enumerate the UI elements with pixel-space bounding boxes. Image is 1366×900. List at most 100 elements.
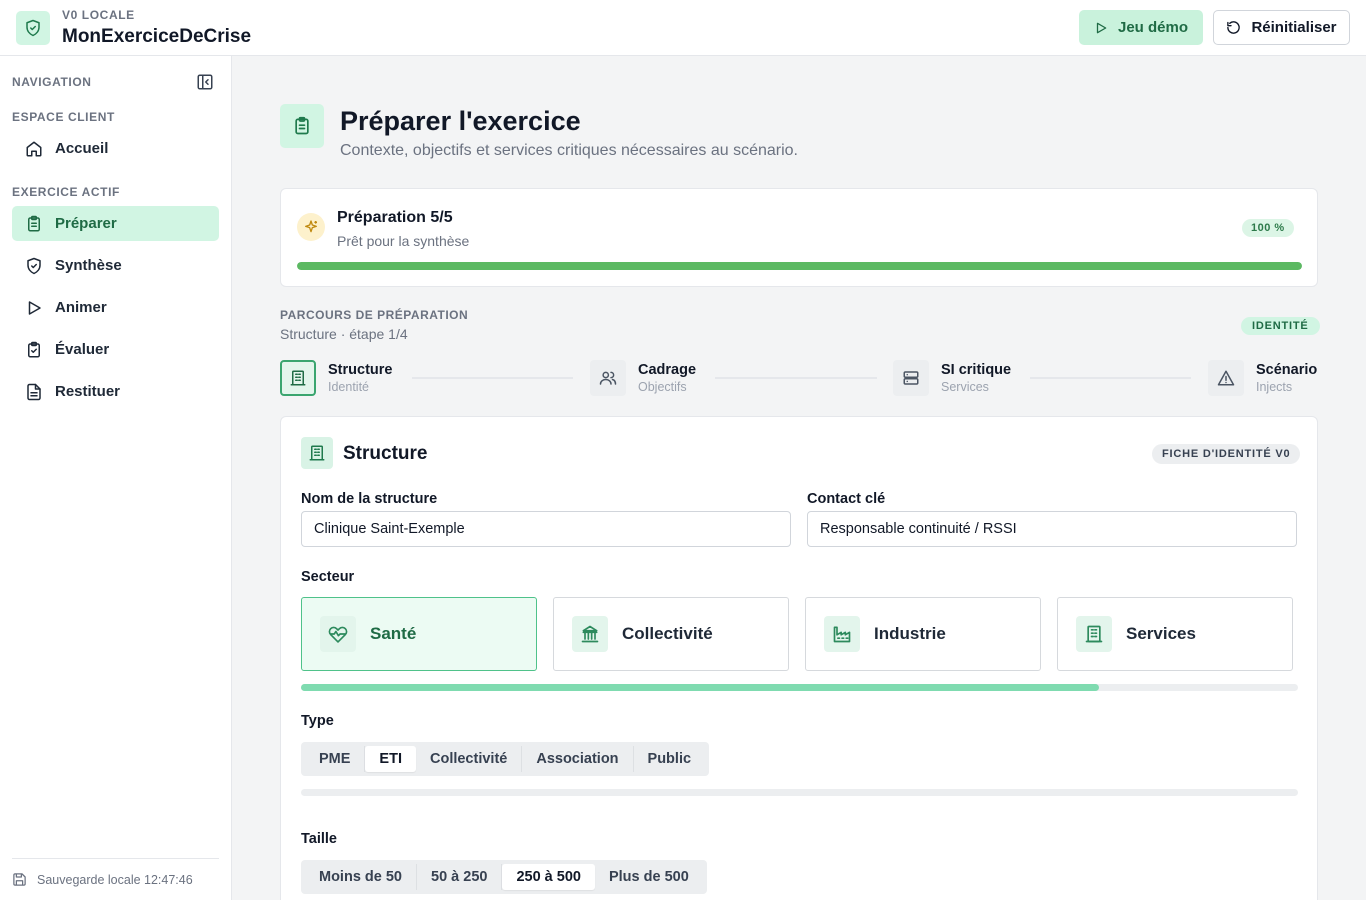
factory-icon: [824, 616, 860, 652]
save-status-text: Sauvegarde locale 12:47:46: [37, 872, 193, 887]
contact-input[interactable]: [807, 511, 1297, 547]
step-si-critique[interactable]: SI critique Services: [893, 360, 1011, 396]
clipboard-icon: [280, 104, 324, 148]
step-subtitle: Services: [941, 380, 989, 394]
step-title: Scénario: [1256, 362, 1318, 378]
sidebar-item-label: Synthèse: [55, 257, 122, 274]
sector-option-label: Collectivité: [622, 624, 713, 643]
building-icon: [301, 437, 333, 469]
sector-option-label: Santé: [370, 624, 417, 643]
server-icon: [893, 360, 929, 396]
structure-name-label: Nom de la structure: [301, 491, 438, 507]
sidebar-item-label: Évaluer: [55, 341, 110, 358]
demo-button[interactable]: Jeu démo: [1079, 10, 1203, 45]
step-connector: [715, 377, 877, 379]
journey-step-indicator: Structure · étape 1/4: [280, 326, 408, 342]
contact-label: Contact clé: [807, 491, 886, 507]
structure-name-input[interactable]: [301, 511, 791, 547]
reset-button-label: Réinitialiser: [1251, 19, 1337, 36]
page-subtitle: Contexte, objectifs et services critique…: [340, 142, 798, 159]
refresh-icon: [1227, 21, 1241, 34]
type-option-eti[interactable]: ETI: [365, 746, 416, 772]
sidebar: NAVIGATION ESPACE CLIENT Accueil EXERCIC…: [0, 56, 232, 900]
sidebar-item-restituer[interactable]: Restituer: [12, 374, 219, 409]
sidebar-item-label: Préparer: [55, 215, 117, 232]
sector-scrollbar[interactable]: [301, 684, 1298, 691]
brand-title: MonExerciceDeCrise: [62, 26, 252, 47]
clipboard-check-icon: [25, 341, 43, 359]
type-scrollbar[interactable]: [301, 789, 1298, 796]
play-icon: [25, 299, 43, 317]
sidebar-item-label: Accueil: [55, 140, 109, 157]
warning-icon: [1208, 360, 1244, 396]
step-structure[interactable]: Structure Identité: [280, 360, 392, 396]
progress-bar-fill: [297, 262, 1302, 270]
size-option-over-500[interactable]: Plus de 500: [595, 864, 703, 890]
size-label: Taille: [301, 831, 337, 847]
step-scenario[interactable]: Scénario Injects: [1208, 360, 1317, 396]
form-title: Structure: [343, 443, 428, 464]
size-segmented-control: Moins de 50 50 à 250 250 à 500 Plus de 5…: [301, 860, 707, 894]
save-status: Sauvegarde locale 12:47:46: [12, 858, 219, 887]
progress-percent-badge: 100 %: [1242, 219, 1294, 237]
structure-form-card: Structure FICHE D'IDENTITÉ V0 Nom de la …: [280, 416, 1318, 900]
step-subtitle: Injects: [1256, 380, 1293, 394]
step-subtitle: Identité: [328, 380, 370, 394]
reset-button[interactable]: Réinitialiser: [1213, 10, 1350, 45]
step-cadrage[interactable]: Cadrage Objectifs: [590, 360, 696, 396]
brand-subtitle: V0 LOCALE: [62, 8, 135, 22]
size-option-250-500[interactable]: 250 à 500: [502, 864, 595, 890]
step-title: Cadrage: [638, 362, 697, 378]
journey-label: PARCOURS DE PRÉPARATION: [280, 308, 469, 322]
step-title: Structure: [328, 362, 393, 378]
sidebar-item-preparer[interactable]: Préparer: [12, 206, 219, 241]
step-connector: [1030, 377, 1191, 379]
size-option-50-250[interactable]: 50 à 250: [417, 864, 503, 890]
sidebar-item-label: Restituer: [55, 383, 121, 400]
type-segmented-control: PME ETI Collectivité Association Public: [301, 742, 710, 776]
sector-label: Secteur: [301, 569, 355, 585]
sector-option-industrie[interactable]: Industrie: [805, 597, 1041, 671]
sidebar-collapse-icon[interactable]: [196, 73, 214, 91]
identity-sheet-badge: FICHE D'IDENTITÉ V0: [1152, 444, 1301, 464]
progress-title: Préparation 5/5: [337, 209, 453, 226]
size-option-under-50[interactable]: Moins de 50: [305, 864, 417, 890]
demo-button-label: Jeu démo: [1117, 19, 1189, 36]
sector-scrollbar-thumb[interactable]: [301, 684, 1099, 691]
sidebar-item-synthese[interactable]: Synthèse: [12, 248, 219, 283]
building-icon: [1076, 616, 1112, 652]
sidebar-item-animer[interactable]: Animer: [12, 290, 219, 325]
identity-badge: IDENTITÉ: [1241, 317, 1320, 335]
progress-card: Préparation 5/5 Prêt pour la synthèse 10…: [280, 188, 1318, 287]
section-label-client: ESPACE CLIENT: [12, 110, 115, 124]
building-icon: [280, 360, 316, 396]
page-title: Préparer l'exercice: [340, 106, 581, 136]
type-option-collectivite[interactable]: Collectivité: [416, 746, 523, 772]
sidebar-item-evaluer[interactable]: Évaluer: [12, 332, 219, 367]
sidebar-item-label: Animer: [55, 299, 107, 316]
save-icon: [13, 873, 26, 886]
landmark-icon: [572, 616, 608, 652]
type-option-public[interactable]: Public: [634, 746, 706, 772]
step-subtitle: Objectifs: [638, 380, 687, 394]
type-option-association[interactable]: Association: [522, 746, 634, 772]
sidebar-item-accueil[interactable]: Accueil: [12, 131, 219, 166]
play-icon: [1096, 22, 1107, 33]
step-connector: [412, 377, 573, 379]
document-icon: [25, 383, 43, 401]
sector-option-sante[interactable]: Santé: [301, 597, 537, 671]
sector-option-label: Industrie: [874, 624, 946, 643]
heart-pulse-icon: [320, 616, 356, 652]
top-bar: V0 LOCALE MonExerciceDeCrise Jeu démo Ré…: [0, 0, 1366, 56]
clipboard-icon: [25, 215, 43, 233]
type-label: Type: [301, 713, 334, 729]
sector-option-label: Services: [1126, 624, 1196, 643]
nav-heading: NAVIGATION: [12, 75, 92, 89]
type-option-pme[interactable]: PME: [305, 746, 366, 772]
sector-option-collectivite[interactable]: Collectivité: [553, 597, 789, 671]
shield-check-icon: [25, 257, 43, 275]
home-icon: [25, 140, 43, 158]
sector-option-services[interactable]: Services: [1057, 597, 1293, 671]
section-label-active: EXERCICE ACTIF: [12, 185, 120, 199]
progress-bar: [297, 262, 1302, 270]
